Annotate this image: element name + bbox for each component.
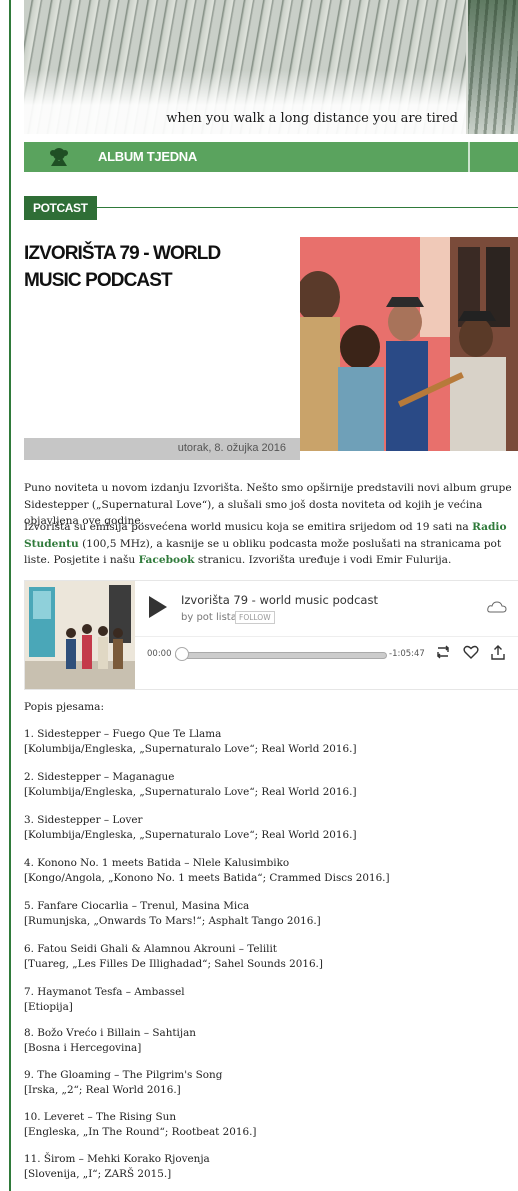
track-title: 10. Leveret – The Rising Sun [24, 1111, 177, 1123]
player-track-title[interactable]: Izvorišta 79 - world music podcast [181, 593, 378, 607]
tracklist-item: 3. Sidestepper – Lover [Kolumbija/Englesk… [24, 813, 518, 843]
track-title: 2. Sidestepper – Maganague [24, 771, 175, 783]
section-rule [88, 207, 518, 208]
podcast-cover[interactable] [25, 581, 135, 689]
track-details: [Kongo/Angola, „Konono No. 1 meets Batid… [24, 872, 390, 884]
remaining-time: -1:05:47 [389, 649, 425, 659]
tracklist-item: 4. Konono No. 1 meets Batida – Nlele Kal… [24, 856, 518, 886]
track-title: 6. Fatou Seidi Ghali & Alamnou Akrouni –… [24, 943, 277, 955]
track-details: [Kolumbija/Engleska, „Supernaturalo Love… [24, 829, 357, 841]
track-title: 3. Sidestepper – Lover [24, 814, 143, 826]
track-title: 8. Božo Vrećo i Billain – Sahtijan [24, 1027, 196, 1039]
tracklist-item: 6. Fatou Seidi Ghali & Alamnou Akrouni –… [24, 942, 518, 972]
tracklist-item: 9. The Gloaming – The Pilgrim's Song [Irs… [24, 1068, 518, 1098]
track-details: [Kolumbija/Engleska, „Supernaturalo Love… [24, 786, 357, 798]
tracklist-item: 8. Božo Vrećo i Billain – Sahtijan [Bosna… [24, 1026, 518, 1056]
tracklist-item: 7. Haymanot Tesfa – Ambassel [Etiopija] [24, 985, 518, 1015]
current-time: 00:00 [147, 649, 172, 659]
track-details: [Engleska, „In The Round“; Rootbeat 2016… [24, 1126, 257, 1138]
tracklist-heading: Popis pjesama: [24, 701, 105, 713]
track-title: 5. Fanfare Ciocarlia – Trenul, Masina Mi… [24, 900, 250, 912]
left-border-line [9, 0, 11, 1191]
track-title: 11. Širom – Mehki Korako Rjovenja [24, 1153, 210, 1165]
album-tjedna-label: ALBUM TJEDNA [98, 149, 197, 164]
tracklist-item: 2. Sidestepper – Maganague [Kolumbija/Eng… [24, 770, 518, 800]
soundcloud-icon[interactable] [487, 601, 507, 613]
progress-handle[interactable] [175, 647, 189, 661]
article-date: utorak, 8. ožujka 2016 [177, 442, 286, 454]
player-author[interactable]: by pot lista [181, 612, 237, 623]
header-banner[interactable]: when you walk a long distance you are ti… [24, 0, 518, 134]
about-paragraph: Izvorišta su emisija posvećena world mus… [24, 521, 507, 566]
track-details: [Rumunjska, „Onwards To Mars!“; Asphalt … [24, 915, 321, 927]
progress-track[interactable] [175, 652, 387, 659]
track-title: 4. Konono No. 1 meets Batida – Nlele Kal… [24, 857, 290, 869]
track-details: [Tuareg, „Les Filles De Illighadad“; Sah… [24, 958, 323, 970]
article-title[interactable]: IZVORIŠTA 79 - WORLD MUSIC PODCAST [24, 240, 274, 294]
facebook-link[interactable]: Facebook [139, 554, 195, 566]
banner-caption: when you walk a long distance you are ti… [166, 111, 458, 126]
like-icon[interactable] [463, 645, 479, 659]
album-award-icon [50, 148, 68, 166]
track-details: [Bosna i Hercegovina] [24, 1042, 142, 1054]
track-details: [Etiopija] [24, 1001, 73, 1013]
audio-player: Izvorišta 79 - world music podcast by po… [24, 580, 518, 690]
track-title: 9. The Gloaming – The Pilgrim's Song [24, 1069, 223, 1081]
share-icon[interactable] [490, 645, 506, 660]
tracklist-item: 10. Leveret – The Rising Sun [Engleska, „… [24, 1110, 518, 1140]
album-tjedna-bar[interactable]: ALBUM TJEDNA [24, 142, 518, 172]
repeat-icon[interactable] [435, 645, 451, 659]
tracklist-item: 5. Fanfare Ciocarlia – Trenul, Masina Mi… [24, 899, 518, 929]
play-icon[interactable] [147, 594, 169, 620]
track-details: [Irska, „2“; Real World 2016.] [24, 1084, 181, 1096]
track-title: 7. Haymanot Tesfa – Ambassel [24, 986, 185, 998]
tracklist-item: 1. Sidestepper – Fuego Que Te Llama [Kolu… [24, 727, 518, 757]
track-details: [Kolumbija/Engleska, „Supernaturalo Love… [24, 743, 357, 755]
follow-button[interactable]: FOLLOW [235, 611, 275, 624]
section-tag[interactable]: POTCAST [24, 196, 97, 220]
tracklist-item: 11. Širom – Mehki Korako Rjovenja [Sloven… [24, 1152, 518, 1182]
track-title: 1. Sidestepper – Fuego Que Te Llama [24, 728, 222, 740]
track-details: [Slovenija, „I“; ZARŠ 2015.] [24, 1168, 172, 1180]
date-bar: utorak, 8. ožujka 2016 [24, 438, 300, 460]
article-photo[interactable] [300, 237, 518, 451]
